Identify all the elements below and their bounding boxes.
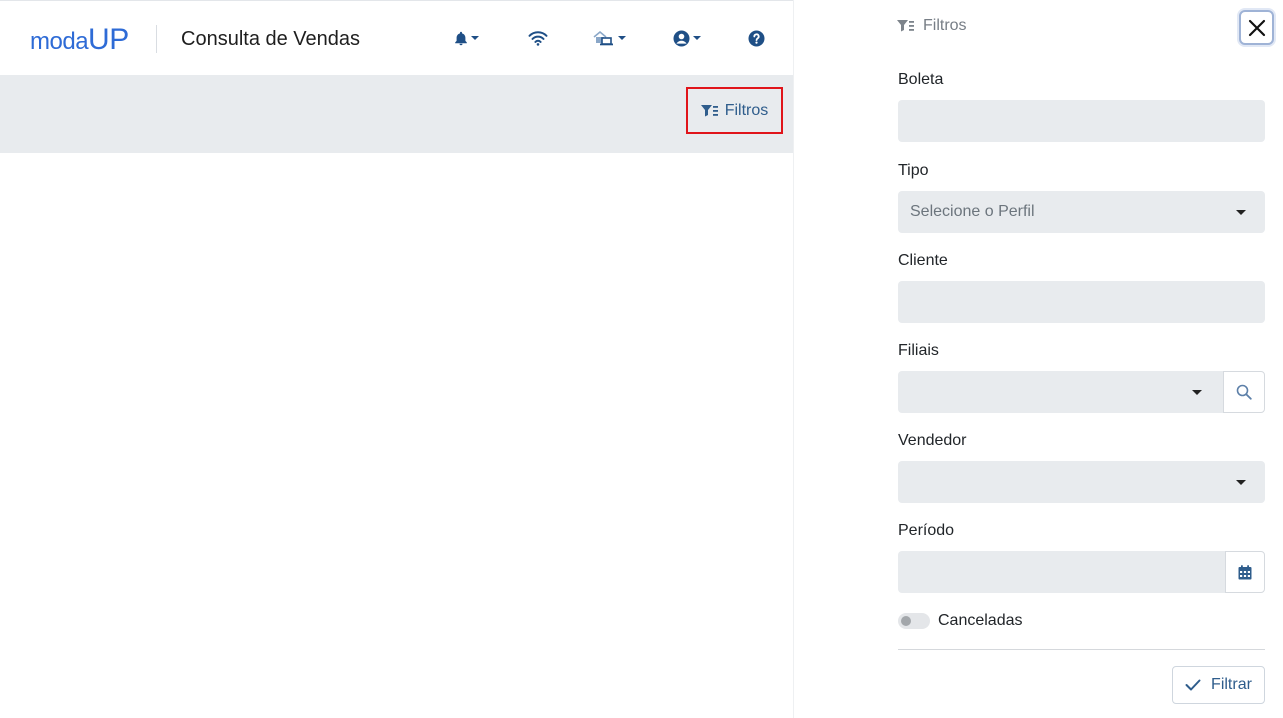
help-button[interactable] xyxy=(748,27,765,49)
help-icon xyxy=(748,30,765,46)
chevron-down-icon xyxy=(471,36,479,40)
user-icon xyxy=(673,30,690,46)
cliente-input[interactable] xyxy=(898,281,1265,323)
top-navbar: modaUP Consulta de Vendas xyxy=(0,0,793,75)
vendedor-select[interactable] xyxy=(898,461,1265,503)
store-icon xyxy=(593,30,613,46)
panel-title: Filtros xyxy=(923,17,967,34)
apply-filters-label: Filtrar xyxy=(1211,676,1252,693)
chevron-down-icon xyxy=(1236,480,1246,485)
periodo-calendar-button[interactable] xyxy=(1225,551,1265,593)
filiais-select[interactable] xyxy=(898,371,1223,413)
vendedor-label: Vendedor xyxy=(898,432,967,449)
close-icon xyxy=(1248,19,1265,36)
notifications-menu[interactable] xyxy=(454,27,479,49)
moda-up-logo[interactable]: modaUP xyxy=(30,23,129,57)
canceladas-toggle[interactable] xyxy=(898,613,930,629)
tipo-select[interactable]: Selecione o Perfil xyxy=(898,191,1265,233)
search-icon xyxy=(1236,384,1252,400)
chevron-down-icon xyxy=(1236,210,1246,215)
store-menu[interactable] xyxy=(593,27,626,49)
apply-filters-button[interactable]: Filtrar xyxy=(1172,666,1265,704)
calendar-icon xyxy=(1238,564,1252,579)
tipo-label: Tipo xyxy=(898,162,929,179)
filiais-search-button[interactable] xyxy=(1223,371,1265,413)
app-window: modaUP Consulta de Vendas Filtros Filtro… xyxy=(0,0,1283,718)
canceladas-label: Canceladas xyxy=(938,612,1023,629)
filters-button[interactable]: Filtros xyxy=(686,87,783,134)
connection-status[interactable] xyxy=(528,27,548,49)
logo-suffix: UP xyxy=(88,23,129,56)
periodo-input[interactable] xyxy=(898,551,1225,593)
panel-divider xyxy=(898,649,1265,650)
filter-list-icon xyxy=(700,104,718,116)
filter-list-icon xyxy=(897,20,914,32)
close-panel-button[interactable] xyxy=(1239,10,1274,45)
main-area: modaUP Consulta de Vendas Filtros xyxy=(0,0,878,718)
filiais-label: Filiais xyxy=(898,342,939,359)
boleta-input[interactable] xyxy=(898,100,1265,142)
panel-header: Filtros xyxy=(897,17,967,35)
check-icon xyxy=(1185,679,1201,691)
logo-prefix: moda xyxy=(30,28,89,55)
toggle-knob xyxy=(901,616,911,626)
chevron-down-icon xyxy=(693,36,701,40)
chevron-down-icon xyxy=(618,36,626,40)
boleta-label: Boleta xyxy=(898,71,944,88)
filters-panel: Filtros Boleta Tipo Selecione o Perfil C… xyxy=(793,0,1283,718)
filters-button-label: Filtros xyxy=(724,101,769,119)
content-toolbar: Filtros xyxy=(0,75,793,153)
page-title: Consulta de Vendas xyxy=(181,28,361,50)
user-menu[interactable] xyxy=(673,27,701,49)
chevron-down-icon xyxy=(1192,390,1202,395)
tipo-select-placeholder: Selecione o Perfil xyxy=(910,203,1035,220)
wifi-icon xyxy=(528,31,548,46)
cliente-label: Cliente xyxy=(898,252,948,269)
header-divider xyxy=(156,25,157,53)
periodo-label: Período xyxy=(898,522,955,539)
bell-icon xyxy=(455,31,467,45)
